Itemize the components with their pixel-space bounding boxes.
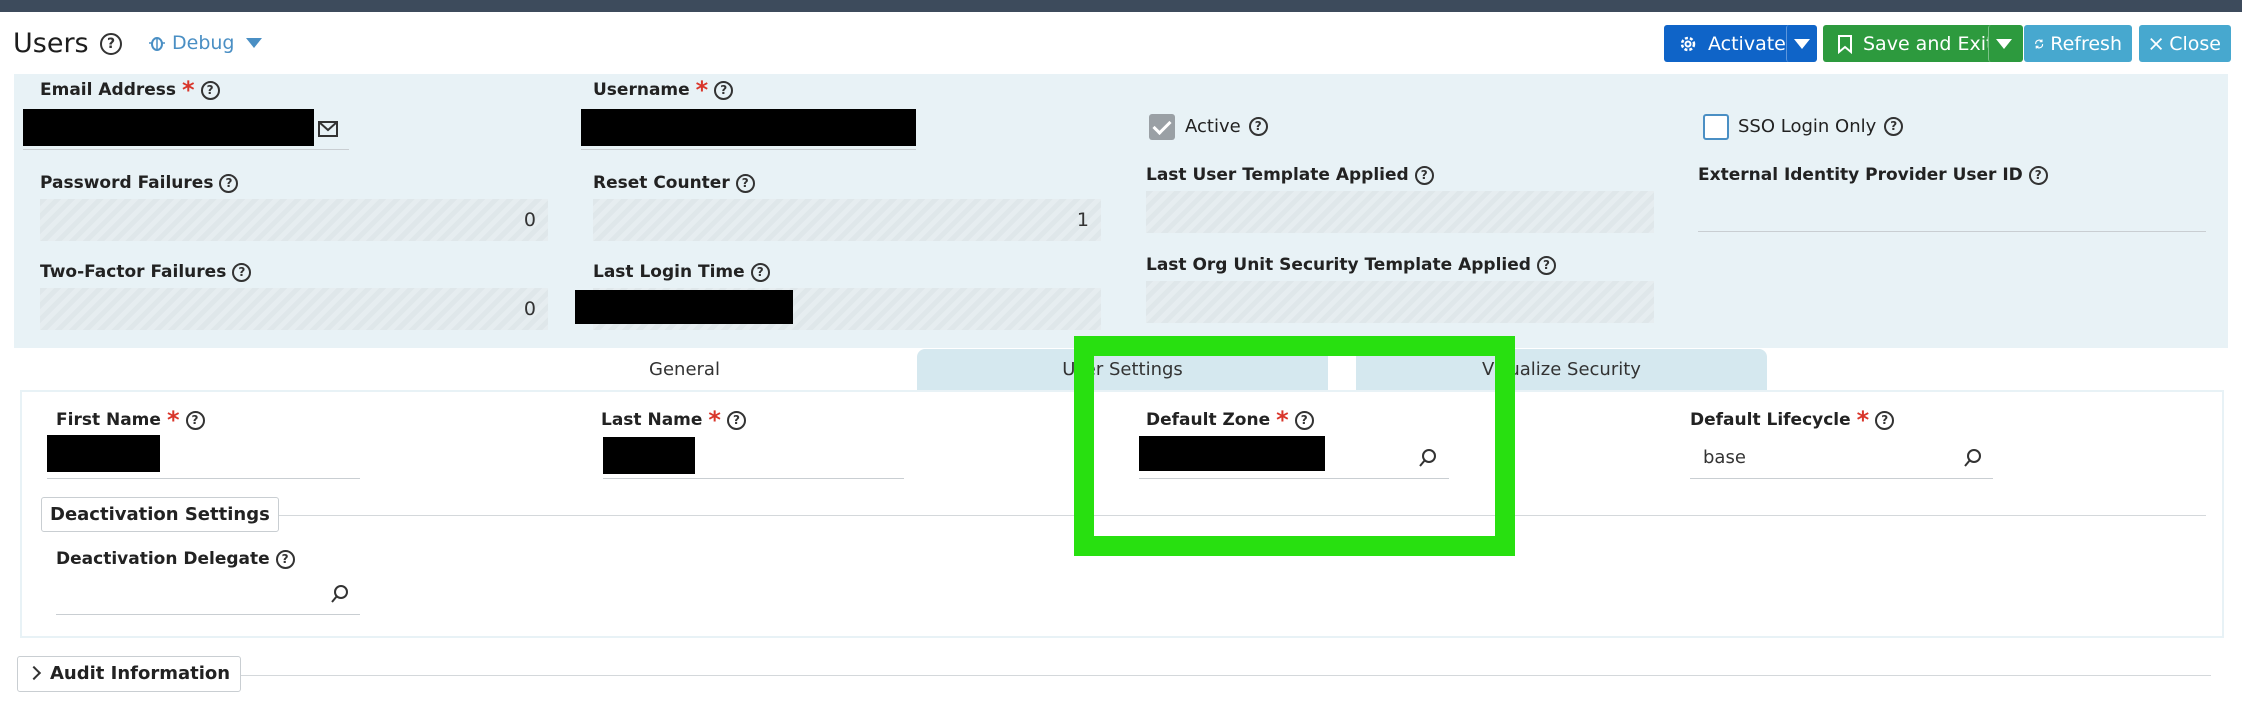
help-icon[interactable]: ?	[2028, 165, 2048, 185]
reset-counter-label: Reset Counter ?	[593, 173, 755, 193]
search-icon[interactable]	[330, 584, 350, 604]
help-icon[interactable]: ?	[1536, 255, 1556, 275]
save-and-exit-label: Save and Exit	[1863, 32, 1994, 55]
default-lifecycle-underline	[1690, 478, 1993, 479]
debug-menu[interactable]: Debug	[148, 32, 263, 54]
activate-dropdown-button[interactable]	[1786, 25, 1817, 62]
refresh-label: Refresh	[2050, 32, 2122, 55]
required-asterisk: *	[1856, 406, 1870, 434]
last-org-unit-security-template-label: Last Org Unit Security Template Applied …	[1146, 255, 1556, 275]
top-strip	[0, 0, 2242, 12]
bug-icon	[149, 37, 165, 51]
gear-icon	[1680, 36, 1696, 51]
help-icon[interactable]: ?	[714, 80, 734, 100]
help-icon[interactable]: ?	[200, 80, 220, 100]
close-icon	[2150, 37, 2163, 50]
help-icon[interactable]: ?	[750, 262, 770, 282]
audit-information-label: Audit Information	[50, 663, 231, 684]
last-name-input[interactable]	[603, 437, 695, 474]
tab-general[interactable]: General	[479, 349, 890, 391]
last-name-underline	[603, 478, 904, 479]
password-failures-field: 0	[40, 199, 548, 241]
help-icon[interactable]: ?	[1875, 410, 1895, 430]
chevron-right-icon	[26, 665, 42, 681]
debug-label: Debug	[172, 32, 235, 54]
last-login-time-label: Last Login Time ?	[593, 262, 770, 282]
required-asterisk: *	[166, 406, 180, 434]
chevron-down-icon	[1996, 38, 2012, 49]
help-icon[interactable]: ?	[1414, 165, 1434, 185]
username-underline	[581, 149, 916, 150]
external-id-underline	[1698, 231, 2206, 232]
default-lifecycle-label: Default Lifecycle * ?	[1690, 406, 1895, 434]
chevron-down-icon	[1794, 38, 1810, 49]
default-lifecycle-input[interactable]: base	[1703, 447, 1746, 468]
email-underline	[23, 149, 349, 150]
two-factor-failures-field: 0	[40, 288, 548, 330]
required-asterisk: *	[695, 76, 709, 104]
email-address-input[interactable]	[23, 109, 314, 146]
save-dropdown-button[interactable]	[1988, 25, 2018, 62]
last-user-template-applied-label: Last User Template Applied ?	[1146, 165, 1434, 185]
page-help-icon[interactable]: ?	[100, 33, 122, 55]
search-icon[interactable]	[1963, 448, 1983, 468]
close-button[interactable]: Close	[2139, 25, 2231, 62]
last-user-template-applied-field	[1146, 191, 1654, 233]
last-name-label: Last Name * ?	[601, 406, 746, 434]
required-asterisk: *	[182, 76, 195, 104]
audit-divider	[205, 675, 2211, 676]
mail-icon[interactable]	[318, 121, 338, 137]
external-identity-provider-user-id-label: External Identity Provider User ID ?	[1698, 165, 2048, 185]
password-failures-label: Password Failures ?	[40, 173, 239, 193]
deactivation-settings-toggle[interactable]: Deactivation Settings	[41, 497, 279, 532]
help-icon[interactable]: ?	[219, 173, 239, 193]
help-icon[interactable]: ?	[726, 410, 746, 430]
activate-label: Activate	[1708, 32, 1786, 55]
email-address-label: Email Address * ?	[40, 76, 220, 104]
title-bar: Users ? Debug Activate Save and Exit Ref…	[0, 12, 2242, 74]
active-checkbox[interactable]	[1149, 114, 1175, 140]
bookmark-icon	[1838, 34, 1852, 54]
first-name-underline	[47, 478, 360, 479]
audit-information-toggle[interactable]: Audit Information	[17, 656, 242, 692]
reset-counter-field: 1	[593, 199, 1101, 241]
deactivation-delegate-underline	[56, 614, 360, 615]
help-icon[interactable]: ?	[275, 549, 295, 569]
help-icon[interactable]: ?	[735, 173, 755, 193]
chevron-down-icon	[246, 38, 263, 48]
close-label: Close	[2169, 32, 2221, 55]
last-org-unit-security-template-field	[1146, 281, 1654, 323]
sso-login-only-checkbox[interactable]	[1703, 114, 1729, 140]
two-factor-failures-label: Two-Factor Failures ?	[40, 262, 252, 282]
last-login-time-value	[575, 290, 793, 324]
username-label: Username * ?	[593, 76, 734, 104]
sso-login-only-label: SSO Login Only ?	[1738, 116, 1904, 137]
page-title: Users	[13, 28, 89, 59]
deactivation-delegate-label: Deactivation Delegate ?	[56, 549, 295, 569]
help-icon[interactable]: ?	[1884, 117, 1904, 136]
refresh-button[interactable]: Refresh	[2024, 25, 2132, 62]
first-name-label: First Name * ?	[56, 406, 205, 434]
refresh-icon	[2035, 38, 2044, 49]
help-icon[interactable]: ?	[232, 262, 252, 282]
required-asterisk: *	[708, 406, 721, 434]
highlight-box	[1074, 336, 1515, 556]
help-icon[interactable]: ?	[1248, 117, 1268, 136]
first-name-input[interactable]	[47, 435, 160, 472]
active-label: Active ?	[1185, 116, 1268, 137]
help-icon[interactable]: ?	[185, 410, 205, 430]
username-input[interactable]	[581, 109, 916, 146]
